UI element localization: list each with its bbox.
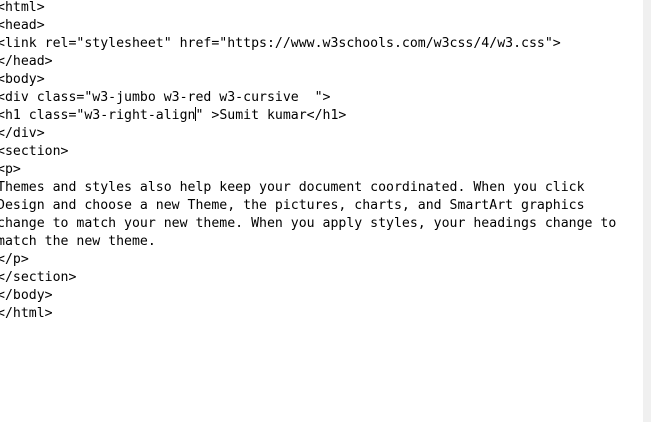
code-line-5: <body> [0, 72, 45, 87]
code-line-6: <div class="w3-jumbo w3-red w3-cursive "… [0, 90, 331, 105]
code-line-9: <section> [0, 144, 69, 159]
code-line-14: match the new theme. [0, 234, 156, 249]
code-line-12: Design and choose a new Theme, the pictu… [0, 198, 585, 213]
code-line-7-after-caret: " >Sumit kumar</h1> [195, 108, 347, 123]
code-line-4: </head> [0, 54, 53, 69]
code-line-11: Themes and styles also help keep your do… [0, 180, 585, 195]
code-line-10: <p> [0, 162, 21, 177]
code-line-3: <link rel="stylesheet" href="https://www… [0, 36, 561, 51]
code-line-2: <head> [0, 18, 45, 33]
code-line-8: </div> [0, 126, 45, 141]
code-text-area[interactable]: <html> <head> <link rel="stylesheet" hre… [0, 0, 642, 323]
vertical-scrollbar[interactable] [643, 0, 651, 422]
text-editor[interactable]: <html> <head> <link rel="stylesheet" hre… [0, 0, 643, 422]
code-line-17: </body> [0, 288, 53, 303]
code-line-7-before-caret: <h1 class="w3-right-align [0, 108, 196, 123]
code-line-1: <html> [0, 0, 45, 15]
code-line-18: </html> [0, 306, 53, 321]
code-line-15: </p> [0, 252, 29, 267]
code-line-7: <h1 class="w3-right-align" >Sumit kumar<… [0, 107, 642, 125]
scrollbar-thumb[interactable] [644, 0, 650, 60]
code-line-13: change to match your new theme. When you… [0, 216, 617, 231]
code-line-16: </section> [0, 270, 77, 285]
